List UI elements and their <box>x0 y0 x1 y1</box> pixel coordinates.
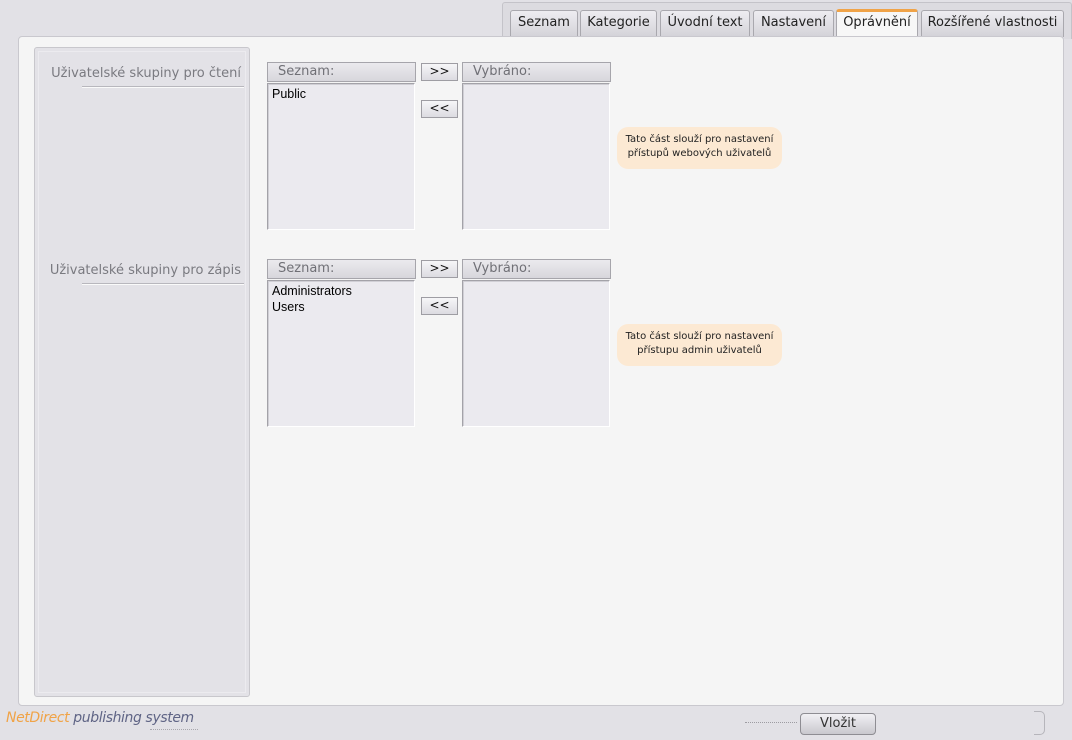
tab-rozsirene-vlastnosti[interactable]: Rozšířené vlastnosti <box>921 10 1064 37</box>
label-column <box>34 47 250 697</box>
tab-nastaveni[interactable]: Nastavení <box>753 10 834 37</box>
tab-kategorie[interactable]: Kategorie <box>580 10 657 37</box>
write-hint-line-1: Tato část slouží pro nastavení <box>625 331 774 342</box>
write-remove-button[interactable]: << <box>421 297 458 315</box>
list-item[interactable]: Users <box>268 299 414 315</box>
list-item[interactable]: Administrators <box>268 283 414 299</box>
read-groups-underline <box>82 86 244 88</box>
read-hint-bubble: Tato část slouží pro nastavení přístupů … <box>617 127 782 169</box>
read-available-header: Seznam: <box>267 62 416 82</box>
insert-divider <box>745 722 797 723</box>
tab-uvodni-text[interactable]: Úvodní text <box>660 10 750 37</box>
write-selected-list[interactable] <box>462 280 610 427</box>
read-selected-list[interactable] <box>462 83 610 230</box>
logo-divider <box>150 729 198 730</box>
write-hint-line-2: přístupu admin uživatelů <box>637 345 762 356</box>
read-available-list[interactable]: Public <box>267 83 415 230</box>
write-available-header: Seznam: <box>267 259 416 279</box>
read-selected-header: Vybráno: <box>462 62 611 82</box>
write-add-button[interactable]: >> <box>421 260 458 278</box>
write-available-list[interactable]: Administrators Users <box>267 280 415 427</box>
write-hint-bubble: Tato část slouží pro nastavení přístupu … <box>617 324 782 366</box>
logo-brand: NetDirect <box>6 710 70 726</box>
netdirect-logo: NetDirect publishing system <box>6 710 194 726</box>
tab-bar: Seznam Kategorie Úvodní text Nastavení O… <box>502 2 1072 39</box>
read-groups-label: Uživatelské skupiny pro čtení <box>51 66 241 81</box>
read-remove-button[interactable]: << <box>421 100 458 118</box>
insert-button[interactable]: Vložit <box>800 713 876 735</box>
footer-bracket <box>1034 711 1045 735</box>
read-hint-line-2: přístupů webových uživatelů <box>627 148 772 159</box>
logo-tagline: publishing system <box>73 710 194 726</box>
read-add-button[interactable]: >> <box>421 63 458 81</box>
tab-seznam[interactable]: Seznam <box>510 10 578 37</box>
write-groups-label: Uživatelské skupiny pro zápis <box>49 263 241 278</box>
write-groups-underline <box>82 283 244 285</box>
list-item[interactable]: Public <box>268 86 414 102</box>
write-selected-header: Vybráno: <box>462 259 611 279</box>
read-hint-line-1: Tato část slouží pro nastavení <box>625 134 774 145</box>
tab-opravneni[interactable]: Oprávnění <box>836 9 918 39</box>
